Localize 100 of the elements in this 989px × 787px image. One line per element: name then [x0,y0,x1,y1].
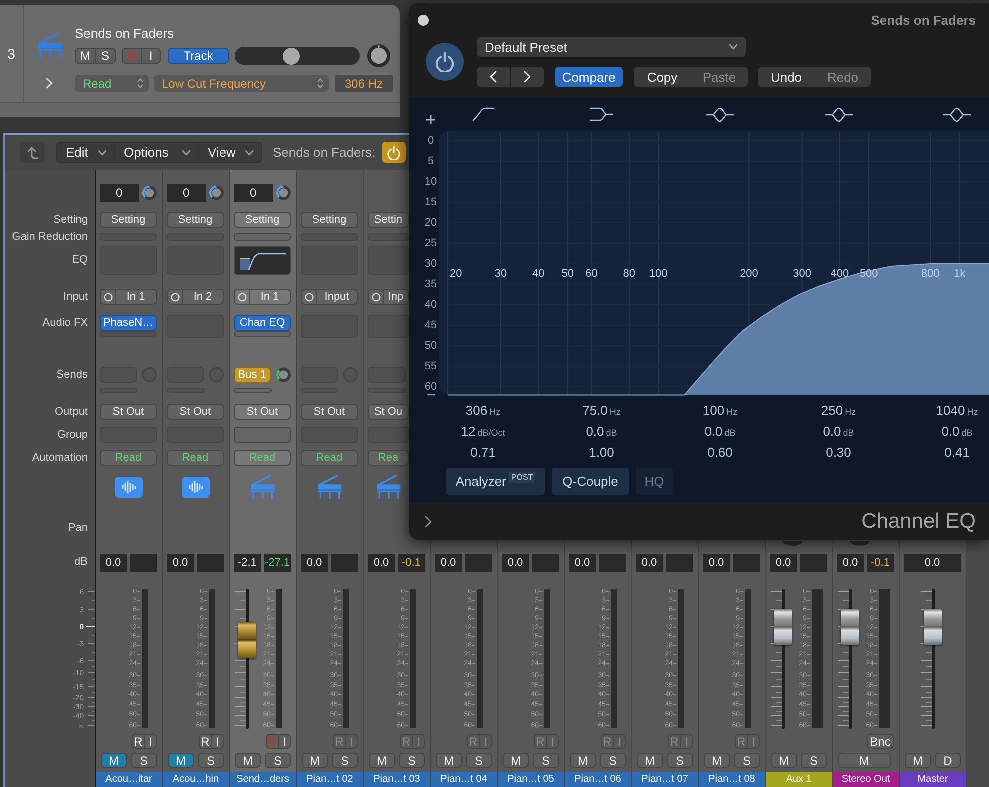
band-gain[interactable]: 0.0 dB [823,424,854,439]
track-name[interactable]: Stereo Out [833,772,899,787]
piano-icon[interactable] [376,474,402,500]
band-q[interactable]: 0.41 [944,445,970,460]
input-monitor-button[interactable]: I [141,48,161,64]
send-knob-icon[interactable] [276,367,291,383]
previous-button[interactable] [477,67,510,87]
record-button[interactable]: R [199,734,212,749]
mute-button[interactable]: M [637,753,663,768]
solo-button[interactable]: S [533,753,559,768]
mute-button[interactable]: M [771,753,797,768]
band-frequency[interactable]: 306 Hz [466,403,501,418]
plugin-button[interactable]: Chan EQ [234,315,291,331]
mute-button[interactable]: M [101,753,127,768]
setting-button[interactable]: Setting [301,212,358,228]
power-button[interactable] [382,142,406,163]
volume-field[interactable]: 0.0 [368,554,395,572]
mute-button[interactable]: M [168,753,194,768]
track-header[interactable]: 3 Sends on Faders M S R I Track Read Low Cut Frequency 306 Hz [0,5,400,103]
waveform-icon[interactable] [114,476,142,498]
solo-button[interactable]: S [734,753,760,768]
undo-button[interactable]: Undo [758,67,815,87]
band-q[interactable]: 1.00 [589,445,614,460]
fader-handle[interactable] [238,622,256,658]
band-frequency[interactable]: 250 Hz [821,403,856,418]
option-button[interactable]: Analyzer POST [446,468,545,495]
slider-thumb[interactable] [282,48,300,64]
mute-button[interactable]: M [570,753,596,768]
output-button[interactable]: St Out [234,404,291,420]
automation-button[interactable]: Read [301,450,358,466]
solo-button[interactable]: S [600,753,626,768]
menu-button[interactable]: Options [114,142,199,163]
mute-button[interactable]: M [905,753,931,768]
solo-button[interactable]: S [667,753,693,768]
menu-button[interactable]: Edit [56,142,115,163]
input-monitor-button[interactable]: I [144,734,157,749]
automation-mode-dropdown[interactable]: Read [75,75,149,92]
option-button[interactable]: Q-Couple [552,468,629,495]
track-name[interactable]: Acou…hin [163,772,229,787]
track-name[interactable]: Pian…t 06 [565,772,631,787]
volume-field[interactable]: 0.0 [100,554,127,572]
band-frequency[interactable]: 100 Hz [702,403,738,418]
automation-button[interactable]: Read [167,450,224,466]
setting-button[interactable]: Setting [100,212,157,228]
next-button[interactable] [511,67,544,87]
volume-field[interactable]: 0.0 [502,554,529,572]
preset-dropdown[interactable]: Default Preset [477,37,746,57]
mute-button[interactable]: M [436,753,462,768]
plus-icon[interactable] [426,115,436,125]
output-button[interactable]: St Out [100,404,157,420]
input-button[interactable]: In 1 [100,289,157,305]
volume-slider[interactable] [235,47,360,65]
mute-button[interactable]: M [704,753,730,768]
close-icon[interactable] [418,14,429,26]
volume-field[interactable]: 0.0 [167,554,194,572]
solo-button[interactable]: S [131,753,157,768]
volume-field[interactable]: 0.0 [703,554,730,572]
volume-field[interactable]: -2.1 [234,554,261,572]
solo-button[interactable]: S [95,48,116,64]
record-button[interactable]: R [132,734,145,749]
volume-field[interactable]: 0.0 [636,554,663,572]
track-name[interactable]: Pian…t 08 [699,772,765,787]
band-q[interactable]: 0.71 [470,445,496,460]
knob-icon[interactable] [208,185,224,201]
volume-field[interactable]: 0.0 [837,554,864,572]
knob-icon[interactable] [142,185,157,201]
dim-button[interactable]: D [935,753,961,768]
solo-button[interactable]: S [801,753,827,768]
bell-curve-icon[interactable] [705,107,736,123]
band-gain[interactable]: 0.0 dB [586,424,618,439]
setting-button[interactable]: Setting [167,212,224,228]
setting-button[interactable]: Settin [368,212,409,228]
knob-icon[interactable] [276,185,291,201]
track-name[interactable]: Pian…t 07 [632,772,698,787]
track-name[interactable]: Acou…itar [96,772,162,787]
input-button[interactable]: Inp [368,289,409,305]
bell-curve-icon[interactable] [824,107,854,123]
band-frequency[interactable]: 75.0 Hz [582,403,621,418]
band-frequency[interactable]: 1040 Hz [936,403,978,418]
gain-field[interactable]: 0 [100,184,139,202]
input-button[interactable]: In 2 [167,289,224,305]
gain-field[interactable]: 0 [234,184,273,202]
input-button[interactable]: In 1 [234,289,291,305]
volume-field[interactable]: 0.0 [904,554,961,572]
volume-field[interactable]: 0.0 [435,554,462,572]
output-button[interactable]: St Ou [368,404,409,420]
band-gain[interactable]: 0.0 dB [704,424,736,439]
automation-button[interactable]: Read [100,450,157,466]
input-monitor-button[interactable]: I [211,734,224,749]
solo-button[interactable]: S [265,753,291,768]
band-q[interactable]: 0.30 [826,445,852,460]
input-button[interactable]: Input [301,289,358,305]
compare-button[interactable]: Compare [555,67,623,87]
fader-handle[interactable] [774,608,792,645]
eq-slot[interactable] [234,246,291,275]
piano-icon[interactable] [316,474,342,500]
band-gain[interactable]: 0.0 dB [942,424,973,439]
solo-button[interactable]: S [332,753,358,768]
up-button[interactable] [20,142,45,163]
bell-curve-icon[interactable] [942,107,972,123]
